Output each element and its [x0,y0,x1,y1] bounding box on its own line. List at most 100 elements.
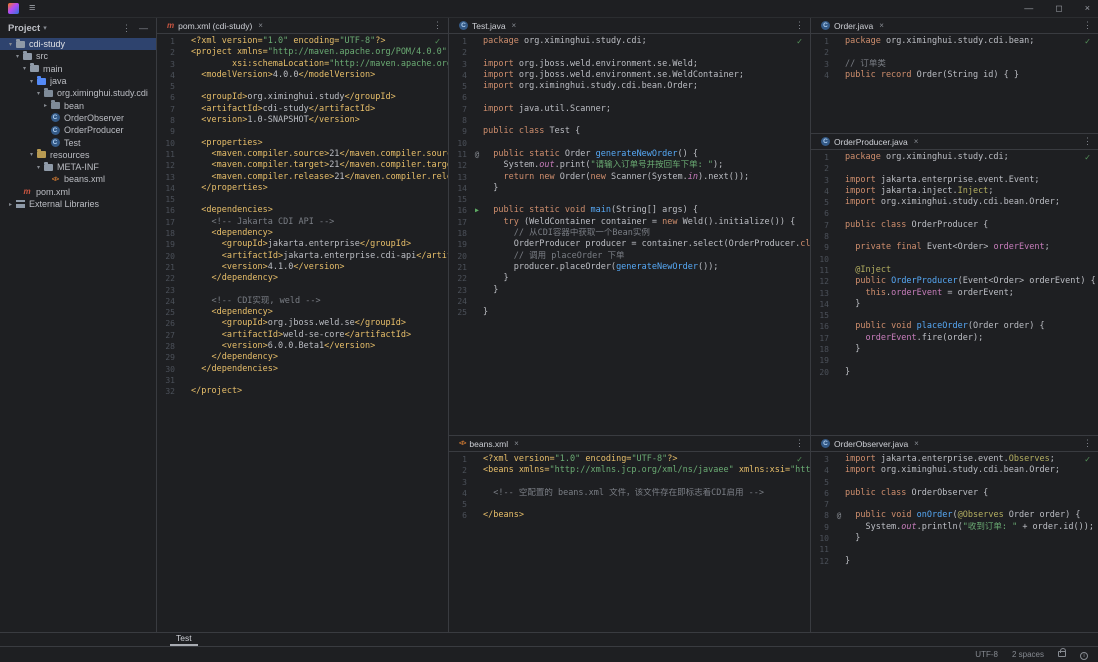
lock-icon[interactable] [1058,650,1066,659]
code-line[interactable]: 1<?xml version="1.0" encoding="UTF-8"?> [157,36,448,47]
pane-menu-icon[interactable]: ⋮ [789,438,810,449]
run-gutter-icon[interactable]: ▶ [471,205,483,216]
pane-menu-icon[interactable]: ⋮ [1077,136,1098,147]
code-line[interactable]: 16 public void placeOrder(Order order) { [811,321,1098,332]
code-area[interactable]: 1<?xml version="1.0" encoding="UTF-8"?>2… [157,36,448,398]
code-area[interactable]: 1<?xml version="1.0" encoding="UTF-8"?>2… [449,454,810,522]
close-icon[interactable]: × [914,137,919,146]
code-line[interactable]: 12 public OrderProducer(Event<Order> ord… [811,276,1098,287]
code-line[interactable]: 4 <modelVersion>4.0.0</modelVersion> [157,70,448,81]
run-tab-test[interactable]: Test [170,633,198,646]
project-options-icon[interactable]: ⋮ [122,23,131,34]
code-line[interactable]: 29 </dependency> [157,352,448,363]
code-line[interactable]: 19 <groupId>jakarta.enterprise</groupId> [157,239,448,250]
code-line[interactable]: 13 <maven.compiler.release>21</maven.com… [157,172,448,183]
code-line[interactable]: 21 producer.placeOrder(generateNewOrder(… [449,262,810,273]
tree-item-beans-xml[interactable]: </>beans.xml [0,173,156,185]
tree-item-orderobserver[interactable]: COrderObserver [0,112,156,124]
code-line[interactable]: 5import org.ximinghui.study.cdi.bean.Ord… [449,81,810,92]
main-menu-icon[interactable]: ≡ [29,3,35,14]
code-line[interactable]: 17 <!-- Jakarta CDI API --> [157,217,448,228]
tree-item-cdi-study[interactable]: ▾cdi-study [0,38,156,50]
maximize-button[interactable]: ◻ [1055,3,1062,14]
code-line[interactable]: 8 [449,115,810,126]
tree-item-java[interactable]: ▾java [0,75,156,87]
code-line[interactable]: 22 } [449,273,810,284]
code-line[interactable]: 1package org.ximinghui.study.cdi.bean; [811,36,1098,47]
code-line[interactable]: 28 <version>6.0.0.Beta1</version> [157,341,448,352]
notifications-icon[interactable]: i [1080,650,1088,660]
code-area[interactable]: 3import jakarta.enterprise.event.Observe… [811,454,1098,567]
tab-order-java[interactable]: C Order.java × [817,18,888,33]
code-line[interactable]: 17 try (WeldContainer container = new We… [449,217,810,228]
code-line[interactable]: 23 [157,285,448,296]
code-line[interactable]: 14 } [811,299,1098,310]
code-line[interactable]: 1<?xml version="1.0" encoding="UTF-8"?> [449,454,810,465]
code-line[interactable]: 4public record Order(String id) { } [811,70,1098,81]
code-line[interactable]: 6 [811,208,1098,219]
tree-item-bean[interactable]: ▸bean [0,99,156,111]
code-line[interactable]: 10 } [811,533,1098,544]
code-line[interactable]: 26 <groupId>org.jboss.weld.se</groupId> [157,318,448,329]
code-line[interactable]: 17 orderEvent.fire(order); [811,333,1098,344]
code-line[interactable]: 2 [449,47,810,58]
code-line[interactable]: 20 <artifactId>jakarta.enterprise.cdi-ap… [157,251,448,262]
tree-item-meta-inf[interactable]: ▾META-INF [0,161,156,173]
code-line[interactable]: 9public class Test { [449,126,810,137]
code-line[interactable]: 8@ public void onOrder(@Observes Order o… [811,510,1098,521]
code-line[interactable]: 5 [811,477,1098,488]
project-panel-title[interactable]: Project [8,23,40,34]
code-line[interactable]: 25} [449,307,810,318]
code-line[interactable]: 5import org.ximinghui.study.cdi.bean.Ord… [811,197,1098,208]
code-line[interactable]: 25 <dependency> [157,307,448,318]
code-line[interactable]: 6</beans> [449,510,810,521]
chevron-down-icon[interactable]: ▾ [27,78,36,85]
code-line[interactable]: 7import java.util.Scanner; [449,104,810,115]
code-area[interactable]: 1package org.ximinghui.study.cdi;23impor… [811,152,1098,378]
code-line[interactable]: 23 } [449,285,810,296]
code-line[interactable]: 4import org.jboss.weld.environment.se.We… [449,70,810,81]
code-line[interactable]: 11@ public static Order generateNewOrder… [449,149,810,160]
code-line[interactable]: 3import org.jboss.weld.environment.se.We… [449,59,810,70]
code-line[interactable]: 19 [811,355,1098,366]
code-line[interactable]: 12 System.out.print("请输入订单号并按回车下单: "); [449,160,810,171]
code-line[interactable]: 12 <maven.compiler.target>21</maven.comp… [157,160,448,171]
annotation-gutter-icon[interactable]: @ [833,510,845,521]
code-line[interactable]: 3import jakarta.enterprise.event.Observe… [811,454,1098,465]
code-line[interactable]: 20} [811,367,1098,378]
chevron-down-icon[interactable]: ▾ [6,41,15,48]
tree-item-resources[interactable]: ▾resources [0,149,156,161]
code-line[interactable]: 3 xsi:schemaLocation="http://maven.apach… [157,59,448,70]
chevron-down-icon[interactable]: ▾ [27,151,36,158]
code-line[interactable]: 27 <artifactId>weld-se-core</artifactId> [157,330,448,341]
code-line[interactable]: 1package org.ximinghui.study.cdi; [449,36,810,47]
code-line[interactable]: 14 } [449,183,810,194]
code-line[interactable]: 24 [449,296,810,307]
code-line[interactable]: 9 private final Event<Order> orderEvent; [811,242,1098,253]
minimize-button[interactable]: — [1024,3,1033,14]
close-button[interactable]: × [1085,3,1090,14]
tree-item-pom-xml[interactable]: mpom.xml [0,186,156,198]
code-line[interactable]: 21 <version>4.1.0</version> [157,262,448,273]
code-line[interactable]: 10 [449,138,810,149]
code-line[interactable]: 4import jakarta.inject.Inject; [811,186,1098,197]
code-line[interactable]: 2<project xmlns="http://maven.apache.org… [157,47,448,58]
code-line[interactable]: 18 <dependency> [157,228,448,239]
tree-item-org-ximinghui-study-cdi[interactable]: ▾org.ximinghui.study.cdi [0,87,156,99]
code-line[interactable]: 18 } [811,344,1098,355]
code-line[interactable]: 15 [157,194,448,205]
code-line[interactable]: 3// 订单类 [811,59,1098,70]
code-line[interactable]: 13 this.orderEvent = orderEvent; [811,288,1098,299]
code-line[interactable]: 5 [157,81,448,92]
code-line[interactable]: 8 <version>1.0-SNAPSHOT</version> [157,115,448,126]
tree-item-test[interactable]: CTest [0,136,156,148]
code-line[interactable]: 10 <properties> [157,138,448,149]
pane-menu-icon[interactable]: ⋮ [427,20,448,31]
code-line[interactable]: 1package org.ximinghui.study.cdi; [811,152,1098,163]
chevron-right-icon[interactable]: ▸ [41,102,50,109]
code-line[interactable]: 10 [811,254,1098,265]
code-line[interactable]: 15 [449,194,810,205]
code-line[interactable]: 18 // 从CDI容器中获取一个Bean实例 [449,228,810,239]
tab-orderobserver-java[interactable]: C OrderObserver.java × [817,436,923,451]
code-line[interactable]: 9 System.out.println("收到订单: " + order.id… [811,522,1098,533]
